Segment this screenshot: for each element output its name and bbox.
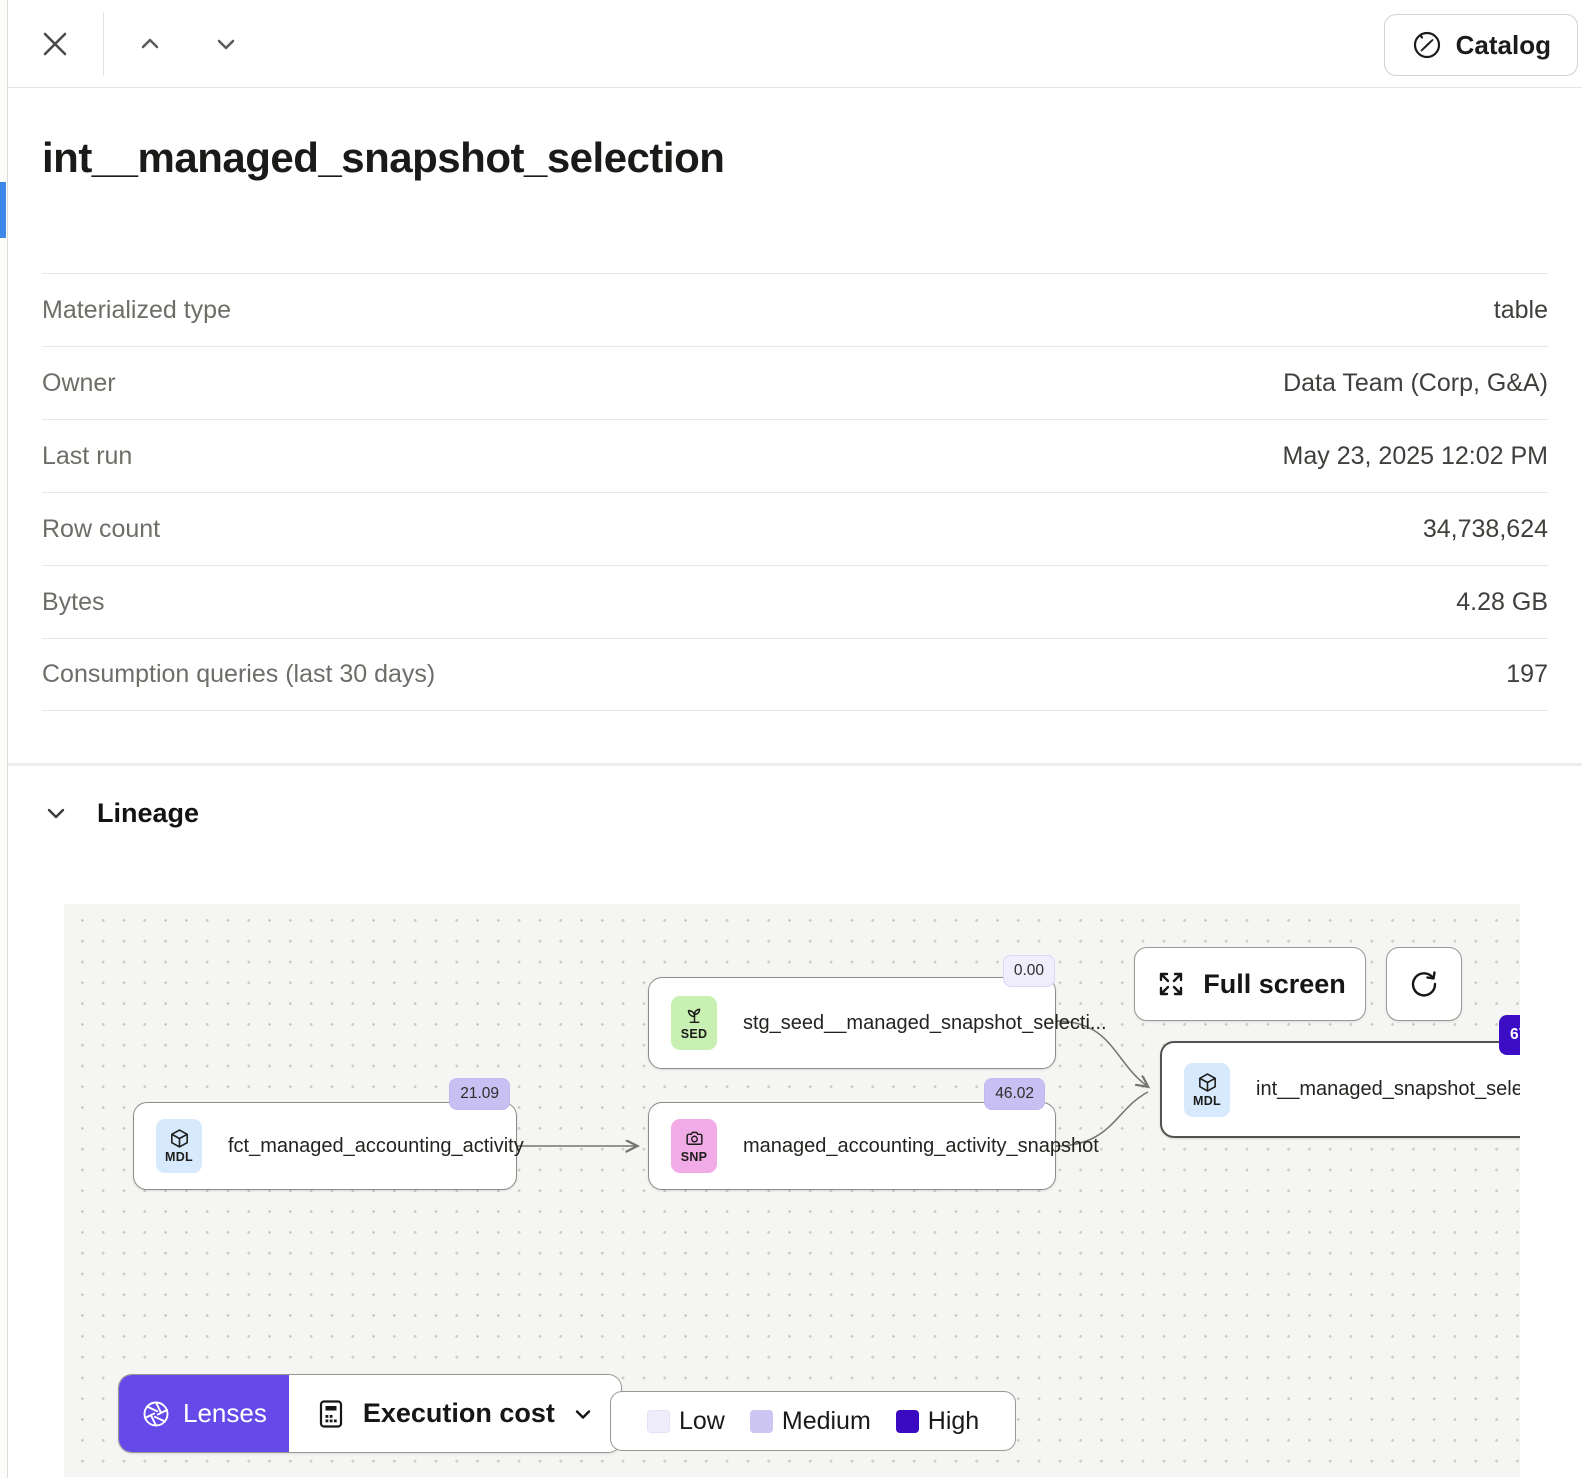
lineage-node-stg-seed-managed-snapshot-selection[interactable]: 0.00 SED stg_seed__managed_snapshot_sele… xyxy=(648,977,1056,1069)
metadata-row-owner: Owner Data Team (Corp, G&A) xyxy=(42,346,1548,419)
refresh-icon xyxy=(1407,967,1441,1001)
cube-icon xyxy=(169,1128,190,1149)
metadata-label: Consumption queries (last 30 days) xyxy=(42,660,435,689)
metadata-label: Row count xyxy=(42,515,160,544)
chevron-down-icon xyxy=(213,31,239,57)
compass-icon xyxy=(1411,29,1443,61)
cost-legend: Low Medium High xyxy=(610,1391,1016,1451)
toolbar-divider xyxy=(103,12,104,76)
legend-item-medium: Medium xyxy=(750,1407,871,1436)
section-divider xyxy=(8,763,1582,766)
legend-label: Low xyxy=(679,1407,725,1436)
fullscreen-icon xyxy=(1154,967,1188,1001)
close-icon xyxy=(37,26,73,62)
camera-icon xyxy=(684,1128,705,1149)
metadata-row-row-count: Row count 34,738,624 xyxy=(42,492,1548,565)
seed-type-tile: SED xyxy=(671,996,717,1050)
metadata-row-bytes: Bytes 4.28 GB xyxy=(42,565,1548,638)
legend-swatch-low xyxy=(647,1410,670,1433)
underlying-selection-indicator xyxy=(0,182,6,238)
lenses-control: Lenses Execution co xyxy=(118,1374,622,1453)
execution-cost-badge: 46.02 xyxy=(984,1078,1045,1110)
lineage-node-managed-accounting-activity-snapshot[interactable]: 46.02 SNP managed_accounting_activity_sn… xyxy=(648,1102,1056,1190)
legend-item-high: High xyxy=(896,1407,979,1436)
fullscreen-button-label: Full screen xyxy=(1203,969,1346,1000)
legend-label: Medium xyxy=(782,1407,871,1436)
panel-content: int__managed_snapshot_selection Material… xyxy=(8,130,1582,1477)
node-type-label: SED xyxy=(681,1027,708,1041)
node-label: stg_seed__managed_snapshot_selecti... xyxy=(743,1012,1107,1035)
metadata-row-consumption-queries: Consumption queries (last 30 days) 197 xyxy=(42,638,1548,711)
lineage-section-toggle[interactable]: Lineage xyxy=(42,796,1548,830)
node-type-label: MDL xyxy=(165,1150,193,1164)
legend-swatch-medium xyxy=(750,1410,773,1433)
metadata-row-last-run: Last run May 23, 2025 12:02 PM xyxy=(42,419,1548,492)
model-type-tile: MDL xyxy=(1184,1063,1230,1117)
execution-cost-badge: 0.00 xyxy=(1003,955,1055,987)
metadata-value: Data Team (Corp, G&A) xyxy=(1283,369,1548,398)
metadata-label: Owner xyxy=(42,369,116,398)
previous-item-button[interactable] xyxy=(128,22,172,66)
model-type-tile: MDL xyxy=(156,1119,202,1173)
chevron-down-icon xyxy=(42,799,70,827)
metadata-row-materialized-type: Materialized type table xyxy=(42,273,1548,346)
next-item-button[interactable] xyxy=(204,22,248,66)
lineage-node-fct-managed-accounting-activity[interactable]: 21.09 MDL fct_managed_accounting_activit… xyxy=(133,1102,517,1190)
execution-cost-badge: 67 xyxy=(1499,1015,1520,1055)
node-type-label: SNP xyxy=(681,1150,708,1164)
lenses-button-label: Lenses xyxy=(183,1398,267,1429)
metadata-list: Materialized type table Owner Data Team … xyxy=(42,273,1548,711)
legend-item-low: Low xyxy=(647,1407,725,1436)
metadata-value: table xyxy=(1494,296,1548,325)
legend-label: High xyxy=(928,1407,979,1436)
cube-icon xyxy=(1197,1072,1218,1093)
node-type-label: MDL xyxy=(1193,1094,1221,1108)
metadata-value: May 23, 2025 12:02 PM xyxy=(1283,442,1548,471)
panel-toolbar: Catalog xyxy=(8,0,1582,88)
metadata-label: Last run xyxy=(42,442,132,471)
page-title: int__managed_snapshot_selection xyxy=(42,130,1548,186)
fullscreen-button[interactable]: Full screen xyxy=(1134,947,1366,1021)
metadata-value: 4.28 GB xyxy=(1456,588,1548,617)
lenses-button[interactable]: Lenses xyxy=(119,1375,289,1452)
chevron-up-icon xyxy=(137,31,163,57)
lens-selector[interactable]: Execution cost xyxy=(289,1375,621,1452)
metadata-value: 197 xyxy=(1506,660,1548,689)
execution-cost-badge: 21.09 xyxy=(449,1078,510,1110)
aperture-icon xyxy=(141,1399,171,1429)
lineage-node-int-managed-snapshot-selection[interactable]: 67 MDL int__managed_snapshot_selection xyxy=(1160,1041,1520,1138)
lens-selected-label: Execution cost xyxy=(363,1398,555,1429)
node-label: fct_managed_accounting_activity xyxy=(228,1135,524,1158)
catalog-button-label: Catalog xyxy=(1456,30,1551,61)
calculator-icon xyxy=(315,1398,347,1430)
legend-swatch-high xyxy=(896,1410,919,1433)
node-label: managed_accounting_activity_snapshot xyxy=(743,1135,1099,1158)
detail-panel: Catalog int__managed_snapshot_selection … xyxy=(8,0,1582,1478)
chevron-down-icon xyxy=(571,1402,595,1426)
metadata-label: Materialized type xyxy=(42,296,231,325)
refresh-button[interactable] xyxy=(1386,947,1462,1021)
metadata-value: 34,738,624 xyxy=(1423,515,1548,544)
close-button[interactable] xyxy=(33,22,77,66)
node-label: int__managed_snapshot_selection xyxy=(1256,1078,1520,1101)
underlying-page-edge xyxy=(0,0,8,1478)
snapshot-type-tile: SNP xyxy=(671,1119,717,1173)
lineage-section-title: Lineage xyxy=(97,798,199,829)
catalog-button[interactable]: Catalog xyxy=(1384,14,1578,76)
metadata-label: Bytes xyxy=(42,588,105,617)
lineage-canvas[interactable]: Full screen 21.09 xyxy=(64,904,1520,1477)
sprout-icon xyxy=(684,1005,705,1026)
